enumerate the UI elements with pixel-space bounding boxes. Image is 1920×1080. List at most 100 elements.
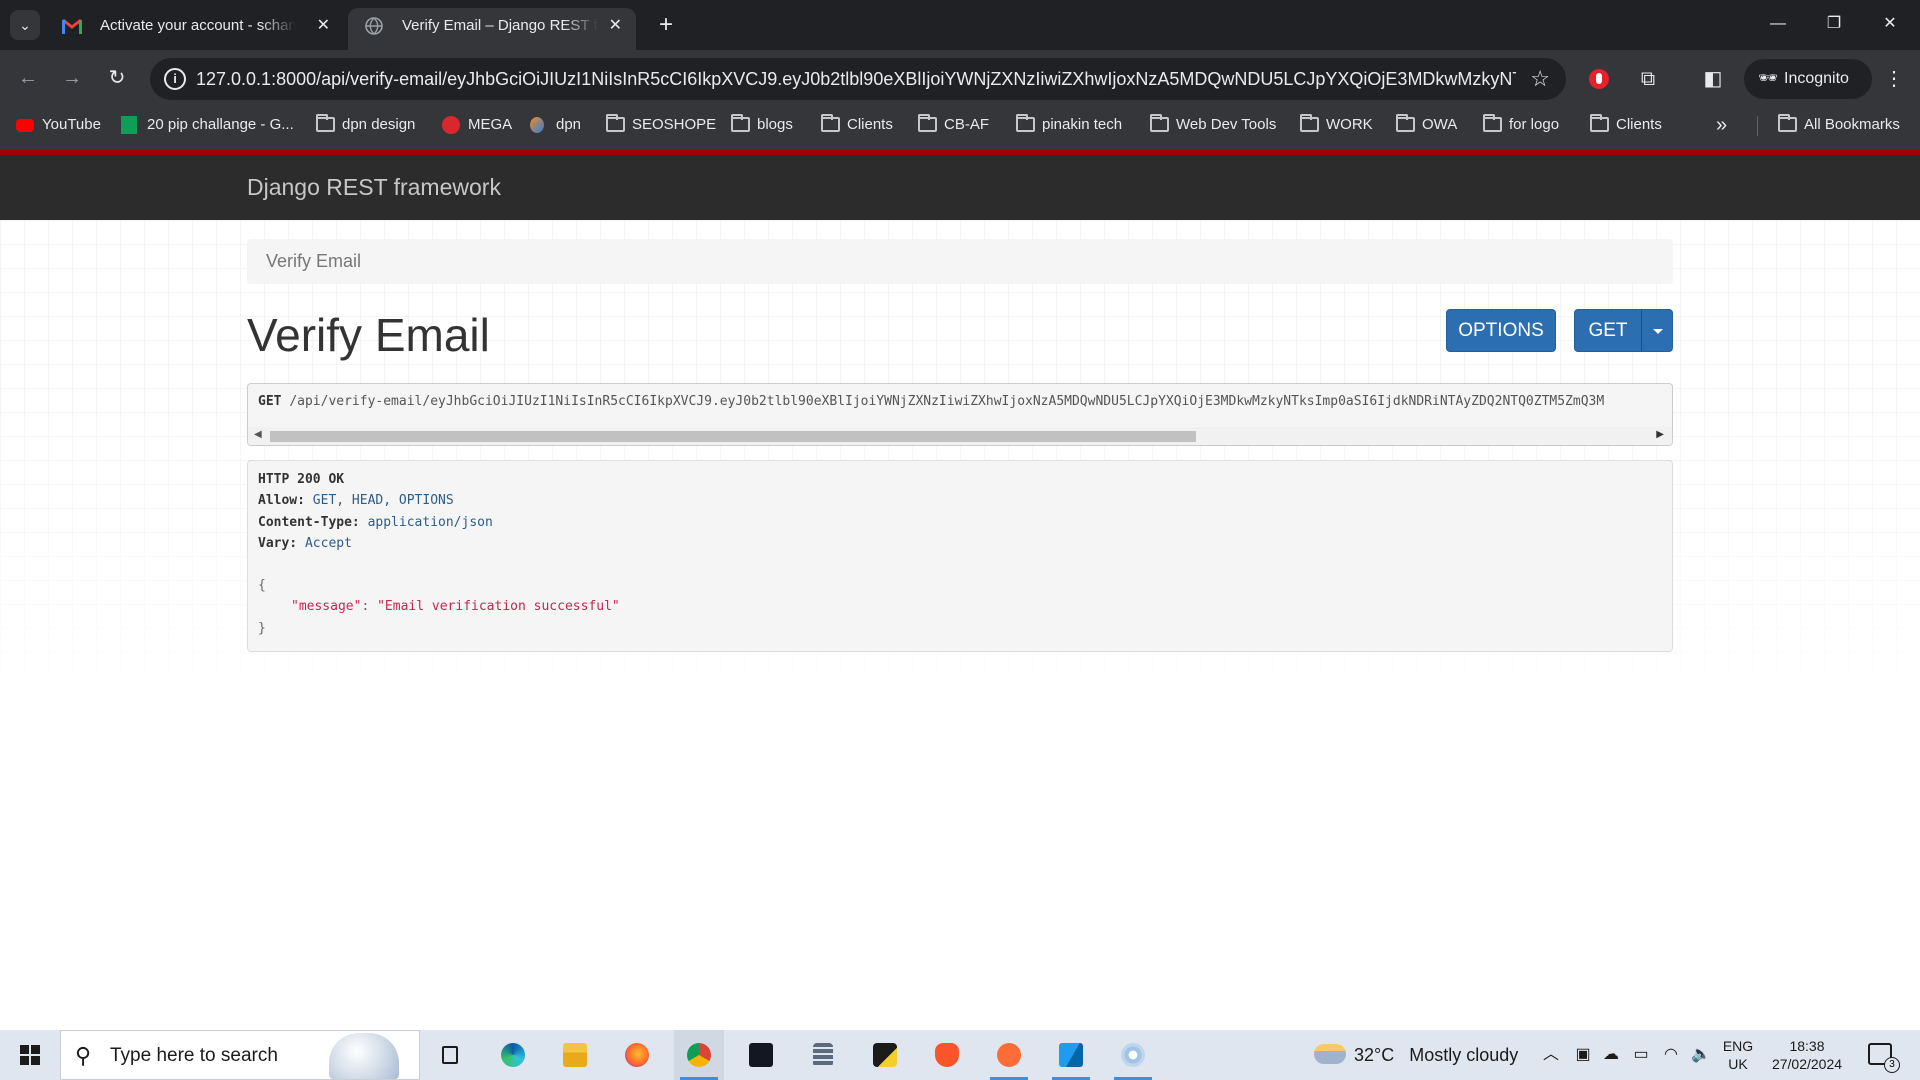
meet-now-icon[interactable]: ▣	[1570, 1030, 1596, 1080]
bookmark-label: dpn design	[342, 116, 416, 133]
edge-icon[interactable]	[488, 1030, 538, 1080]
bookmark-dpn[interactable]: dpn	[530, 108, 581, 144]
globe-icon	[365, 17, 383, 35]
volume-icon[interactable]: 🔈	[1688, 1030, 1714, 1080]
paint-icon[interactable]	[1108, 1030, 1158, 1080]
site-info-icon[interactable]: i	[164, 68, 186, 90]
weather-condition: Mostly cloudy	[1409, 1045, 1519, 1065]
close-window-button[interactable]: ✕	[1862, 0, 1918, 50]
folder-icon	[1778, 114, 1797, 132]
get-format-dropdown[interactable]	[1641, 309, 1673, 352]
restore-button[interactable]: ❐	[1806, 0, 1862, 50]
bookmark-label: CB-AF	[944, 116, 989, 133]
postman-icon[interactable]	[984, 1030, 1034, 1080]
language-code: ENG	[1722, 1038, 1754, 1054]
address-bar[interactable]: i 127.0.0.1:8000/api/verify-email/eyJhbG…	[150, 58, 1566, 100]
file-explorer-icon[interactable]	[550, 1030, 600, 1080]
battery-icon[interactable]: ▭	[1628, 1030, 1654, 1080]
json-key: "message"	[291, 599, 362, 614]
extensions-puzzle-icon[interactable]: ⧉	[1634, 65, 1662, 93]
bookmark-mega[interactable]: MEGA	[442, 108, 512, 144]
scrollbar-thumb[interactable]	[270, 431, 1196, 442]
language-region: UK	[1728, 1056, 1748, 1072]
bookmark-for-logo[interactable]: for logo	[1483, 108, 1559, 144]
header-value: GET, HEAD, OPTIONS	[312, 493, 454, 508]
menu-kebab-icon[interactable]: ⋮	[1880, 65, 1908, 93]
tab-title: Activate your account - schandra	[100, 17, 296, 34]
bookmark-cb-af[interactable]: CB-AF	[918, 108, 989, 144]
horizontal-scrollbar[interactable]: ◀ ▶	[248, 427, 1672, 445]
back-icon[interactable]: ←	[12, 63, 44, 95]
scroll-left-icon[interactable]: ◀	[254, 429, 262, 440]
scroll-right-icon[interactable]: ▶	[1656, 429, 1664, 440]
calculator-icon[interactable]	[798, 1030, 848, 1080]
bookmark-clients[interactable]: Clients	[821, 108, 893, 144]
all-bookmarks[interactable]: All Bookmarks	[1778, 108, 1900, 144]
close-icon[interactable]: ✕	[317, 8, 330, 44]
breadcrumb-item-verify-email[interactable]: Verify Email	[266, 251, 361, 271]
tab-search-button[interactable]: ⌄	[10, 10, 40, 40]
options-button[interactable]: OPTIONS	[1446, 309, 1556, 352]
bookmark-label: MEGA	[468, 116, 513, 133]
task-view-icon[interactable]	[425, 1030, 475, 1080]
brave-icon[interactable]	[922, 1030, 972, 1080]
bookmark-label: OWA	[1422, 116, 1458, 133]
bookmark-web-dev-tools[interactable]: Web Dev Tools	[1150, 108, 1276, 144]
folder-icon	[1396, 114, 1415, 132]
tradingview-icon[interactable]	[736, 1030, 786, 1080]
breadcrumb: Verify Email	[247, 239, 1673, 284]
bookmark-label: SEOSHOPE	[632, 116, 717, 133]
weather-widget[interactable]: 32°C Mostly cloudy	[1312, 1030, 1518, 1080]
side-panel-icon[interactable]: ◧	[1699, 65, 1727, 93]
tab-activate-account[interactable]: Activate your account - schandra ✕	[46, 8, 344, 50]
folder-icon	[316, 114, 335, 132]
header-value: application/json	[367, 515, 493, 530]
extension-stop-icon[interactable]	[1585, 65, 1613, 93]
forward-icon[interactable]: →	[56, 63, 88, 95]
bookmarks-overflow-icon[interactable]: »	[1716, 108, 1727, 142]
bookmark-seoshope[interactable]: SEOSHOPE	[606, 108, 716, 144]
sheets-icon	[121, 116, 137, 134]
reload-icon[interactable]: ↻	[101, 63, 133, 95]
wifi-icon[interactable]: ◠	[1658, 1030, 1684, 1080]
folder-icon	[606, 114, 625, 132]
show-hidden-icons-chevron-icon[interactable]: ︿	[1538, 1030, 1564, 1080]
drf-brand-link[interactable]: Django REST framework	[247, 155, 501, 220]
bookmark-dpn-design[interactable]: dpn design	[316, 108, 415, 144]
bookmark-clients-2[interactable]: Clients	[1590, 108, 1662, 144]
chrome-icon[interactable]	[674, 1030, 724, 1080]
get-button[interactable]: GET	[1574, 309, 1642, 352]
new-tab-button[interactable]: +	[652, 12, 680, 40]
bookmark-star-icon[interactable]: ☆	[1530, 66, 1550, 92]
firefox-icon[interactable]	[612, 1030, 662, 1080]
bookmark-label: WORK	[1326, 116, 1373, 133]
system-clock[interactable]: 18:38 27/02/2024	[1766, 1037, 1848, 1073]
minimize-button[interactable]: —	[1750, 0, 1806, 50]
clock-time: 18:38	[1789, 1038, 1825, 1054]
vscode-icon[interactable]	[1046, 1030, 1096, 1080]
folder-icon	[1300, 114, 1319, 132]
bookmark-youtube[interactable]: YouTube	[16, 108, 101, 144]
notifications-icon[interactable]: 3	[1868, 1043, 1900, 1073]
incognito-badge[interactable]: 🕶 Incognito	[1744, 59, 1872, 99]
bookmark-label: 20 pip challange - G...	[147, 116, 294, 133]
json-value: "Email verification successful"	[377, 599, 620, 614]
tab-verify-email[interactable]: Verify Email – Django REST framework ✕	[348, 8, 636, 50]
folder-icon	[1150, 114, 1169, 132]
taskbar-search[interactable]: ⚲ Type here to search	[60, 1030, 420, 1080]
bookmark-pinakin-tech[interactable]: pinakin tech	[1016, 108, 1122, 144]
sticky-notes-icon[interactable]	[860, 1030, 910, 1080]
windows-start-icon[interactable]	[0, 1030, 60, 1080]
mega-icon	[442, 116, 460, 134]
bookmark-blogs[interactable]: blogs	[731, 108, 793, 144]
clock-date: 27/02/2024	[1771, 1056, 1843, 1072]
close-icon[interactable]: ✕	[609, 8, 622, 44]
bookmark-pip-challenge[interactable]: 20 pip challange - G...	[121, 108, 294, 144]
address-bar-url[interactable]: 127.0.0.1:8000/api/verify-email/eyJhbGci…	[196, 58, 1516, 100]
language-indicator[interactable]: ENG UK	[1718, 1037, 1758, 1073]
page-viewport: Django REST framework Verify Email Verif…	[0, 150, 1920, 1030]
bookmark-work[interactable]: WORK	[1300, 108, 1373, 144]
onedrive-icon[interactable]: ☁	[1598, 1030, 1624, 1080]
folder-icon	[731, 114, 750, 132]
bookmark-owa[interactable]: OWA	[1396, 108, 1457, 144]
